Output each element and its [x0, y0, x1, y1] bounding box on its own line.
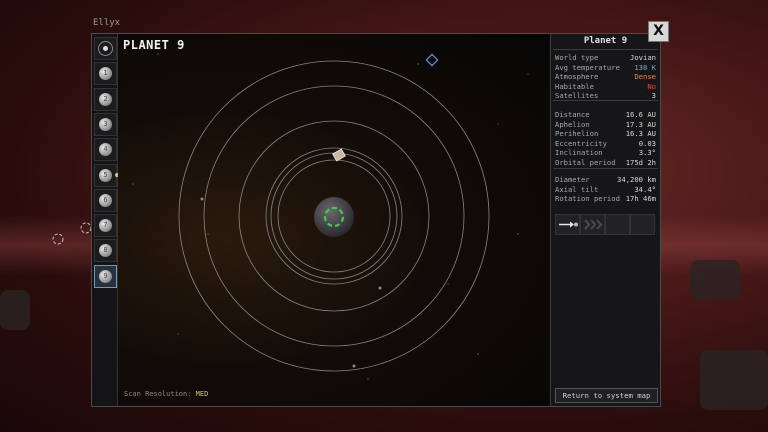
stat-label: Diameter	[555, 175, 590, 184]
window-title: Ellyx	[93, 18, 121, 28]
scan-resolution-label: Scan Resolution:	[124, 390, 192, 398]
sidebar-item-planet-8[interactable]: 8	[94, 239, 117, 263]
divider	[553, 168, 658, 169]
ring-moon-marker	[352, 364, 356, 368]
sidebar-item-planet-9[interactable]: 9	[94, 264, 117, 288]
sidebar-item-planet-1[interactable]: 1	[94, 62, 117, 86]
stat-value: No	[647, 81, 656, 91]
stat-row: Inclination 3.3°	[555, 148, 656, 157]
stat-value: 138 K	[634, 62, 656, 72]
stat-row: Rotation period 17h 46m	[555, 194, 656, 203]
stat-value: 3.3°	[638, 148, 656, 158]
stat-label: Habitable	[555, 81, 594, 91]
return-to-system-map-button[interactable]: Return to system map	[555, 388, 658, 403]
planet-icon: 9	[99, 269, 112, 283]
planet-icon: 4	[99, 143, 112, 157]
stat-row: Aphelion 17.3 AU	[555, 120, 656, 129]
stat-value: Jovian	[630, 53, 656, 62]
stat-row: Habitable No	[555, 82, 656, 91]
planet-info-panel: Planet 9 Return to system map World type	[550, 34, 660, 406]
planet-window: 1 2 3 4 5 6 7 8 9 PLANET 9 Scan Resolution: MED …	[91, 33, 661, 407]
stat-value: 3	[651, 91, 656, 101]
stat-label: Eccentricity	[555, 138, 607, 148]
stat-row: Satellites 3	[555, 91, 656, 100]
star-icon	[98, 41, 113, 56]
ring-moon-marker	[200, 197, 204, 201]
sidebar-item-planet-5[interactable]: 5	[94, 163, 119, 187]
planet-body	[314, 197, 354, 237]
sidebar-item-star[interactable]	[94, 37, 117, 60]
scan-resolution: Scan Resolution: MED	[124, 390, 208, 398]
stat-value: 17.3 AU	[625, 119, 656, 129]
planet-icon: 5	[99, 168, 112, 182]
planet-icon: 7	[99, 219, 112, 233]
close-button[interactable]: X	[648, 21, 669, 42]
sidebar-item-planet-4[interactable]: 4	[94, 138, 117, 162]
background-asteroid	[690, 260, 740, 300]
planet-icon: 3	[99, 117, 112, 131]
stat-label: Distance	[555, 110, 590, 119]
scan-resolution-value: MED	[195, 390, 209, 398]
moon-marker	[332, 148, 346, 162]
stat-label: Perihelion	[555, 129, 599, 139]
stat-value: 16.6 AU	[625, 110, 656, 119]
stat-value: 17h 46m	[625, 194, 656, 204]
stat-label: Atmosphere	[555, 72, 599, 82]
ability-slot-transfer[interactable]	[555, 214, 580, 235]
ring-moon-marker	[378, 286, 382, 290]
sidebar-item-planet-6[interactable]: 6	[94, 188, 117, 212]
stat-value: 34.4°	[634, 184, 656, 194]
background-asteroid	[700, 350, 768, 410]
planet-sidebar: 1 2 3 4 5 6 7 8 9	[92, 34, 119, 406]
stat-row: Eccentricity 0.03	[555, 139, 656, 148]
transfer-arrow-icon	[559, 221, 578, 228]
stat-row: Orbital period 175d 2h	[555, 158, 656, 167]
sidebar-item-planet-2[interactable]: 2	[94, 87, 117, 111]
orbit-map-canvas	[132, 53, 529, 380]
orbit-map[interactable]: PLANET 9 Scan Resolution: MED	[118, 34, 549, 406]
stat-label: World type	[555, 53, 599, 62]
ability-slot-boost[interactable]	[580, 214, 605, 235]
stat-label: Orbital period	[555, 158, 616, 167]
divider	[553, 49, 658, 50]
stat-value: 16.3 AU	[625, 129, 656, 139]
stat-row: Perihelion 16.3 AU	[555, 129, 656, 138]
background-asteroid	[0, 290, 30, 330]
planet-icon: 1	[99, 67, 112, 81]
stat-row: Avg temperature 138 K	[555, 63, 656, 72]
stat-label: Avg temperature	[555, 62, 620, 72]
stat-label: Axial tilt	[555, 184, 599, 194]
ability-slot-empty[interactable]	[605, 214, 630, 235]
planet-icon: 2	[99, 92, 112, 106]
stat-row: World type Jovian	[555, 53, 656, 62]
stat-value: 0.03	[638, 138, 656, 148]
panel-title: Planet 9	[583, 36, 628, 46]
stat-value: Dense	[634, 72, 656, 82]
stat-row: Axial tilt 34.4°	[555, 185, 656, 194]
stat-row: Distance 16.6 AU	[555, 110, 656, 119]
stat-value: 34,200 km	[617, 175, 656, 184]
stat-label: Aphelion	[555, 119, 590, 129]
stat-value: 175d 2h	[625, 158, 656, 167]
stat-label: Inclination	[555, 148, 603, 158]
chevrons-right-icon	[584, 219, 603, 230]
map-title: PLANET 9	[123, 38, 185, 52]
stat-label: Rotation period	[555, 194, 620, 204]
stat-row: Atmosphere Dense	[555, 72, 656, 81]
sidebar-item-planet-3[interactable]: 3	[94, 112, 117, 136]
stat-row: Diameter 34,200 km	[555, 175, 656, 184]
stat-label: Satellites	[555, 91, 599, 101]
planet-icon: 6	[99, 193, 112, 207]
planet-icon: 8	[99, 244, 112, 258]
sidebar-item-planet-7[interactable]: 7	[94, 214, 117, 238]
ability-slot-empty[interactable]	[630, 214, 655, 235]
ship-marker	[425, 53, 439, 67]
